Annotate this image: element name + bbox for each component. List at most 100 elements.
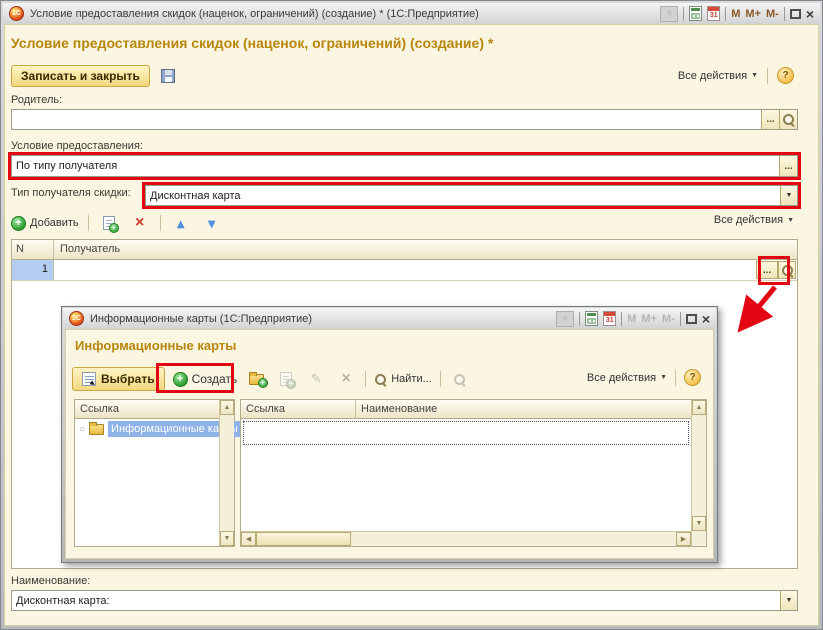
close-button[interactable]: ×: [806, 9, 814, 19]
folder-icon: [89, 424, 104, 435]
dialog-help-button[interactable]: ?: [684, 369, 701, 386]
save-button[interactable]: [157, 66, 179, 86]
condition-choose-button[interactable]: ...: [779, 156, 797, 176]
tree-column-ref[interactable]: Ссылка: [75, 400, 219, 418]
recipient-type-combo[interactable]: Дисконтная карта ▼: [145, 185, 798, 206]
clear-find-button[interactable]: [449, 369, 471, 389]
dialog-close-button[interactable]: ×: [702, 314, 710, 324]
calendar-icon[interactable]: 31: [707, 6, 720, 21]
create-button[interactable]: + Создать: [173, 372, 238, 387]
parent-field[interactable]: ...: [11, 109, 798, 130]
dialog-all-actions-button[interactable]: Все действия ▼: [587, 372, 667, 384]
list-vertical-scrollbar[interactable]: ▲ ▼: [691, 400, 706, 546]
delete-icon: ×: [135, 216, 144, 230]
select-button[interactable]: Выбрать: [72, 367, 165, 391]
table-row[interactable]: 1 ...: [12, 260, 797, 281]
select-icon: [82, 372, 96, 386]
table-header-row: N Получатель: [12, 240, 797, 260]
scroll-down-icon[interactable]: ▼: [692, 516, 706, 531]
create-plus-icon: +: [173, 372, 188, 387]
copy-item-button[interactable]: +: [275, 369, 297, 389]
calendar-icon[interactable]: 31: [603, 311, 616, 326]
move-down-button[interactable]: ▼: [201, 213, 223, 233]
groups-tree-panel: Ссылка ○ Информационные карты ▲: [74, 399, 235, 547]
copy-row-button[interactable]: +: [98, 213, 120, 233]
tree-vertical-scrollbar[interactable]: ▲ ▼: [219, 400, 234, 546]
scroll-up-icon[interactable]: ▲: [692, 400, 706, 415]
recipient-cell[interactable]: ...: [54, 260, 797, 280]
list-column-name[interactable]: Наименование: [356, 400, 691, 418]
list-header-row: Ссылка Наименование: [241, 400, 691, 419]
maximize-button[interactable]: [790, 9, 801, 19]
recipient-choose-button[interactable]: ...: [756, 261, 778, 279]
help-button[interactable]: ?: [777, 67, 794, 84]
magnifier-icon: [374, 373, 387, 386]
memory-m-plus-button[interactable]: М+: [745, 8, 761, 20]
create-group-button[interactable]: +: [245, 369, 267, 389]
recipient-type-value: Дисконтная карта: [146, 190, 780, 202]
list-horizontal-scrollbar[interactable]: ◀ ▶: [241, 531, 691, 546]
parent-open-button[interactable]: [779, 110, 797, 129]
find-button[interactable]: Найти...: [374, 373, 432, 386]
empty-selection-row[interactable]: [243, 421, 689, 445]
delete-icon: ×: [342, 372, 351, 386]
scroll-left-icon[interactable]: ◀: [241, 532, 256, 546]
list-column-ref[interactable]: Ссылка: [241, 400, 356, 418]
copy-plus-icon: +: [286, 379, 296, 389]
move-up-button[interactable]: ▲: [170, 213, 192, 233]
recipient-type-dropdown-button[interactable]: ▼: [780, 186, 797, 205]
scroll-up-icon[interactable]: ▲: [220, 400, 234, 415]
info-cards-dialog: 1С Информационные карты (1С:Предприятие)…: [61, 306, 718, 563]
tree-header-row: Ссылка: [75, 400, 219, 419]
table-all-actions-button[interactable]: Все действия ▼: [714, 214, 794, 226]
calculator-icon[interactable]: [689, 6, 702, 21]
name-dropdown-button[interactable]: ▼: [780, 591, 797, 610]
favorites-star-icon[interactable]: ★: [660, 6, 678, 22]
main-window: 1С Условие предоставления скидок (нацено…: [0, 0, 823, 630]
main-titlebar[interactable]: 1С Условие предоставления скидок (нацено…: [3, 3, 820, 24]
memory-m-button: М: [627, 313, 636, 325]
separator: [440, 371, 441, 387]
pencil-icon: ✎: [311, 371, 322, 387]
titlebar-separator: [725, 7, 726, 21]
select-label: Выбрать: [101, 372, 155, 386]
condition-field[interactable]: По типу получателя ...: [11, 155, 798, 177]
screen: 1С Условие предоставления скидок (нацено…: [0, 0, 823, 630]
memory-m-minus-button[interactable]: М-: [766, 8, 779, 20]
dialog-all-actions-label: Все действия: [587, 372, 656, 384]
magnifier-icon: [453, 373, 466, 386]
horizontal-scroll-thumb[interactable]: [256, 532, 351, 546]
favorites-star-icon[interactable]: ★: [556, 311, 574, 327]
copy-icon: +: [280, 372, 292, 386]
scroll-down-icon[interactable]: ▼: [220, 531, 234, 546]
all-actions-button[interactable]: Все действия ▼: [678, 70, 758, 82]
add-row-button[interactable]: + Добавить: [11, 216, 79, 231]
column-header-n[interactable]: N: [12, 240, 54, 259]
save-and-close-button[interactable]: Записать и закрыть: [11, 65, 150, 87]
dialog-maximize-button[interactable]: [686, 314, 697, 324]
dialog-titlebar[interactable]: 1С Информационные карты (1С:Предприятие)…: [63, 308, 716, 329]
column-header-recipient[interactable]: Получатель: [54, 240, 797, 259]
move-down-icon: ▼: [205, 216, 218, 231]
copy-plus-icon: +: [109, 223, 119, 233]
scroll-right-icon[interactable]: ▶: [676, 532, 691, 546]
magnifier-icon: [781, 264, 794, 277]
parent-choose-button[interactable]: ...: [761, 110, 779, 129]
expand-toggle-icon[interactable]: ○: [79, 424, 85, 435]
separator: [88, 215, 89, 231]
recipient-open-button[interactable]: [778, 261, 796, 279]
titlebar-separator: [579, 312, 580, 326]
folder-icon: +: [249, 374, 264, 385]
memory-m-button[interactable]: М: [731, 8, 740, 20]
delete-item-button[interactable]: ×: [335, 369, 357, 389]
condition-value: По типу получателя: [12, 160, 779, 172]
name-combo[interactable]: Дисконтная карта: ▼: [11, 590, 798, 611]
calculator-icon[interactable]: [585, 311, 598, 326]
all-actions-label: Все действия: [678, 70, 747, 82]
edit-item-button[interactable]: ✎: [305, 369, 327, 389]
dialog-title: Информационные карты: [75, 338, 236, 353]
tree-item-info-cards[interactable]: ○ Информационные карты: [75, 419, 219, 439]
delete-row-button[interactable]: ×: [129, 213, 151, 233]
add-row-label: Добавить: [30, 217, 79, 229]
parent-label: Родитель:: [11, 94, 62, 106]
